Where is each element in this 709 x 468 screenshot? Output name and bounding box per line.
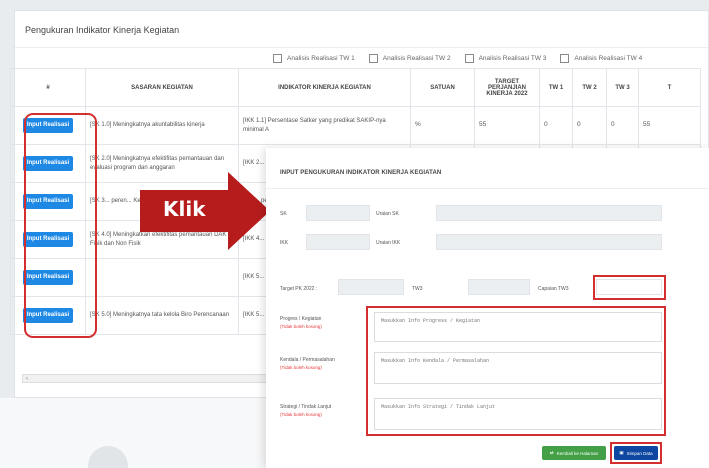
back-icon: ⇄ — [549, 450, 554, 455]
checkbox-tw3[interactable] — [464, 54, 474, 63]
sk-label: SK — [280, 211, 287, 217]
header-satuan: SATUAN — [410, 68, 475, 107]
sasaran-cell: [SK 5.0] Meningkatnya tata kelola Biro P… — [85, 296, 239, 335]
highlight-text-fields — [366, 306, 666, 436]
t-cell: 55 — [638, 106, 701, 145]
uraian-ikk-field — [436, 234, 662, 250]
modal-divider — [266, 188, 709, 189]
tw-label: TW3 — [412, 286, 423, 292]
filter-tw4-label: Analisis Realisasi TW 4 — [574, 55, 643, 62]
target-field — [338, 279, 404, 295]
tw3-cell: 0 — [606, 106, 639, 145]
back-button[interactable]: ⇄ Kembali ke Halaman — [542, 446, 606, 460]
strategi-label: Strategi / Tindak Lanjut (Tidak boleh kos… — [280, 404, 332, 417]
tw2-cell: 0 — [572, 106, 607, 145]
tw1-cell: 0 — [539, 106, 573, 145]
filter-tw4[interactable]: Analisis Realisasi TW 4 — [560, 54, 642, 63]
background-panel — [0, 398, 270, 468]
filter-tw3-label: Analisis Realisasi TW 3 — [478, 55, 547, 62]
uraian-sk-field — [436, 205, 662, 221]
ikk-field — [306, 234, 370, 250]
kendala-label: Kendala / Permasalahan (Tidak boleh koson… — [280, 357, 335, 370]
header-tw1: TW 1 — [539, 68, 573, 107]
scroll-left-icon[interactable]: ‹ — [26, 375, 28, 383]
target-label: Target PK 2022 : — [280, 286, 318, 292]
target-cell: 55 — [474, 106, 540, 145]
uraian-sk-label: Uraian SK — [376, 211, 399, 217]
filter-tw3[interactable]: Analisis Realisasi TW 3 — [464, 54, 547, 63]
ikk-label: IKK — [280, 240, 289, 246]
header-tw2: TW 2 — [572, 68, 607, 107]
tw-field — [468, 279, 530, 295]
highlight-capaian — [593, 275, 666, 300]
header-tw3: TW 3 — [606, 68, 639, 107]
input-modal: INPUT PENGUKURAN INDIKATOR KINERJA KEGIA… — [266, 148, 709, 468]
tw-filter-row: Analisis Realisasi TW 1 Analisis Realisa… — [273, 54, 642, 63]
satuan-cell: % — [410, 106, 475, 145]
filter-tw2-label: Analisis Realisasi TW 2 — [382, 55, 451, 62]
divider — [15, 47, 708, 48]
checkbox-tw1[interactable] — [273, 54, 282, 63]
sasaran-cell — [85, 258, 239, 297]
arrow-label: Klik — [163, 197, 206, 221]
checkbox-tw4[interactable] — [560, 54, 570, 63]
filter-tw1[interactable]: Analisis Realisasi TW 1 — [273, 54, 355, 63]
indikator-cell: [IKK 1.1] Persentase Satker yang predika… — [238, 106, 411, 145]
table-header: # SASARAN KEGIATAN INDIKATOR KINERJA KEG… — [10, 68, 701, 107]
capaian-label: Capaian TW3 — [538, 286, 569, 292]
sk-field — [306, 205, 370, 221]
checkbox-tw2[interactable] — [368, 54, 378, 63]
table-row: Input Realisasi [SK 1.0] Meningkatnya ak… — [10, 106, 701, 145]
uraian-ikk-label: Uraian IKK — [376, 240, 401, 246]
header-indikator: INDIKATOR KINERJA KEGIATAN — [238, 68, 411, 107]
progres-label: Progres / Kegiatan (Tidak boleh kosong) — [280, 316, 322, 329]
highlight-input-realisasi-buttons — [24, 113, 97, 338]
page-title: Pengukuran Indikator Kinerja Kegiatan — [25, 25, 180, 35]
modal-title: INPUT PENGUKURAN INDIKATOR KINERJA KEGIA… — [280, 170, 442, 176]
filter-tw1-label: Analisis Realisasi TW 1 — [287, 55, 355, 62]
sasaran-cell: [SK 1.0] Meningkatnya akuntabilitas kine… — [85, 106, 239, 145]
header-no: # — [10, 68, 86, 107]
back-button-label: Kembali ke Halaman — [556, 450, 599, 456]
filter-tw2[interactable]: Analisis Realisasi TW 2 — [368, 54, 451, 63]
header-sasaran: SASARAN KEGIATAN — [85, 68, 239, 107]
header-target: TARGET PERJANJIAN KINERJA 2022 — [474, 68, 540, 107]
highlight-save-button — [610, 442, 662, 464]
header-t: T — [638, 68, 701, 107]
